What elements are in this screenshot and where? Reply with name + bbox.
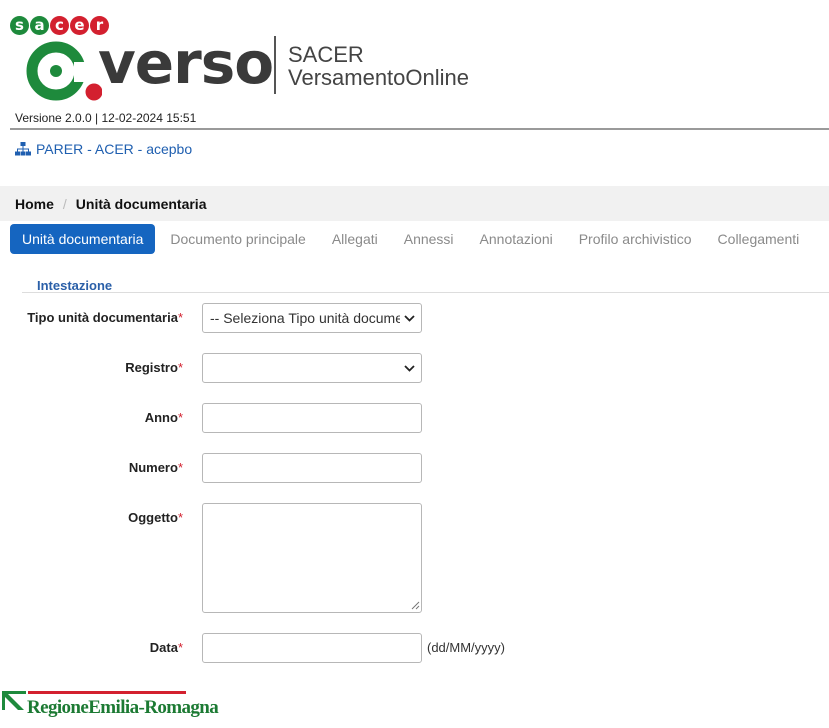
tab-annessi[interactable]: Annessi <box>391 224 467 254</box>
required-marker: * <box>177 640 183 655</box>
sacer-letter: s <box>10 16 29 35</box>
sacer-letter: c <box>50 16 69 35</box>
chevron-down-icon <box>400 354 418 382</box>
app-subtitle: VersamentoOnline <box>288 65 469 90</box>
required-marker: * <box>177 410 183 425</box>
organization-link[interactable]: PARER - ACER - acepbo <box>15 141 192 157</box>
data-input[interactable] <box>202 633 422 663</box>
sacer-letter: a <box>30 16 49 35</box>
numero-label: Numero* <box>129 460 183 475</box>
anno-label-text: Anno <box>144 410 178 425</box>
organization-link-label: PARER - ACER - acepbo <box>36 141 193 157</box>
breadcrumb-home[interactable]: Home <box>15 196 54 212</box>
date-format-hint: (dd/MM/yyyy) <box>427 640 505 655</box>
tab-documento-principale[interactable]: Documento principale <box>157 224 318 254</box>
anno-input[interactable] <box>202 403 422 433</box>
tab-profilo-archivistico[interactable]: Profilo archivistico <box>566 224 705 254</box>
footer-red-bar <box>28 691 186 694</box>
numero-label-text: Numero <box>128 460 178 475</box>
breadcrumb: Home / Unità documentaria <box>0 186 829 221</box>
sacer-wordmark: s a c e r <box>10 16 109 38</box>
section-title: Intestazione <box>37 278 113 293</box>
required-marker: * <box>177 460 183 475</box>
required-marker: * <box>177 310 183 325</box>
regione-emilia-romagna-logo: RegioneEmilia-Romagna <box>2 691 219 721</box>
tab-bar: Unità documentaria Documento principale … <box>10 224 812 254</box>
tipo-unita-select[interactable]: -- Seleziona Tipo unità documentaria <box>202 303 422 333</box>
tipo-unita-label-text: Tipo unità documentaria <box>27 310 178 325</box>
header-divider <box>10 128 829 130</box>
sitemap-icon <box>15 142 31 156</box>
tab-collegamenti[interactable]: Collegamenti <box>705 224 813 254</box>
tipo-unita-selected-value: -- Seleziona Tipo unità documentaria <box>210 310 400 326</box>
tab-allegati[interactable]: Allegati <box>319 224 391 254</box>
data-label-text: Data <box>149 640 178 655</box>
logo-divider <box>274 36 276 94</box>
registro-label-text: Registro <box>125 360 178 375</box>
verso-at-icon <box>26 41 102 101</box>
sacer-verso-logo: s a c e r verso SACER VersamentoOnline <box>10 16 469 102</box>
oggetto-textarea[interactable] <box>202 503 422 613</box>
app-name: SACER <box>288 42 364 67</box>
tab-unita-documentaria[interactable]: Unità documentaria <box>10 224 156 254</box>
breadcrumb-current: Unità documentaria <box>75 195 207 212</box>
chevron-down-icon <box>400 304 418 332</box>
oggetto-label-text: Oggetto <box>128 510 178 525</box>
region-flag-icon <box>2 691 26 710</box>
registro-select[interactable] <box>202 353 422 383</box>
tipo-unita-label: Tipo unità documentaria* <box>27 310 183 325</box>
sacer-letter: e <box>70 16 89 35</box>
anno-label: Anno* <box>145 410 183 425</box>
breadcrumb-separator: / <box>62 195 67 212</box>
required-marker: * <box>177 510 183 525</box>
required-marker: * <box>177 360 183 375</box>
version-info: Versione 2.0.0 | 12-02-2024 15:51 <box>15 111 197 125</box>
regione-logo-text: RegioneEmilia-Romagna <box>27 697 219 718</box>
tab-annotazioni[interactable]: Annotazioni <box>467 224 566 254</box>
section-divider <box>22 292 829 293</box>
registro-label: Registro* <box>125 360 183 375</box>
verso-wordmark: verso <box>98 29 274 97</box>
data-label: Data* <box>150 640 183 655</box>
oggetto-label: Oggetto* <box>128 510 183 525</box>
numero-input[interactable] <box>202 453 422 483</box>
